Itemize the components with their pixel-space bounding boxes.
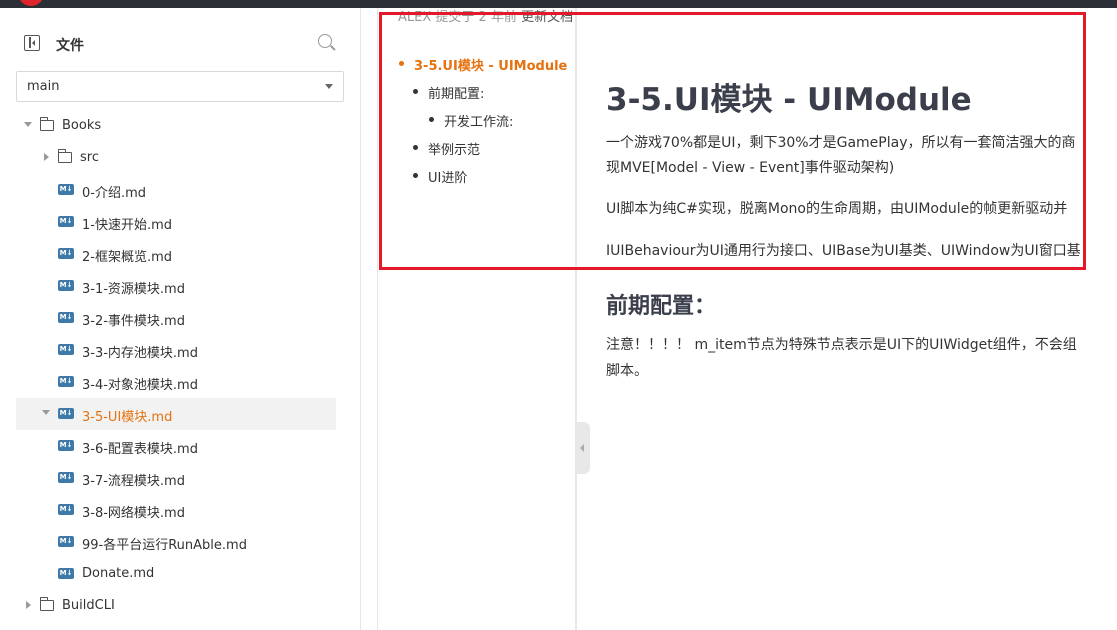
file-tree: Books src M↓ 0-介绍.md M↓ 1-快速开始.md M↓ 2-框架概览.md M… — [16, 110, 336, 622]
tree-file[interactable]: M↓ 3-7-流程模块.md — [16, 462, 336, 494]
paragraph-note-line2: 脚本。 — [606, 363, 648, 379]
tree-item-label: 3-6-配置表模块.md — [82, 442, 198, 457]
tree-folder[interactable]: src — [16, 142, 336, 174]
toc-collapse-handle[interactable] — [576, 422, 590, 474]
tree-file[interactable]: M↓ Donate.md — [16, 558, 336, 590]
tree-item-label: 3-2-事件模块.md — [82, 314, 185, 329]
folder-icon — [39, 117, 54, 131]
chevron-right-icon[interactable] — [44, 153, 49, 161]
tree-item-label: 3-3-内存池模块.md — [82, 346, 198, 361]
tree-item-label: 2-框架概览.md — [82, 250, 173, 265]
tree-item-label: 3-8-网络模块.md — [82, 506, 185, 521]
tree-folder[interactable]: BuildCLI — [16, 590, 336, 622]
tree-item-label: 99-各平台运行RunAble.md — [82, 538, 247, 553]
folder-icon — [39, 597, 54, 611]
tree-item-label: BuildCLI — [62, 598, 115, 613]
tree-item-label: 0-介绍.md — [82, 186, 147, 201]
tree-item-label: Books — [62, 118, 102, 133]
markdown-file-icon: M↓ — [58, 536, 74, 547]
tree-item-label: 3-7-流程模块.md — [82, 474, 185, 489]
markdown-file-icon: M↓ — [58, 312, 74, 323]
tree-file[interactable]: M↓ 3-2-事件模块.md — [16, 302, 336, 334]
red-highlight-box — [379, 12, 1086, 270]
chevron-down-icon — [325, 84, 333, 89]
tree-file[interactable]: M↓ 99-各平台运行RunAble.md — [16, 526, 336, 558]
tree-file[interactable]: M↓ 3-3-内存池模块.md — [16, 334, 336, 366]
sidebar-title: 文件 — [56, 38, 84, 54]
tree-file[interactable]: M↓ 3-1-资源模块.md — [16, 270, 336, 302]
markdown-file-icon: M↓ — [58, 248, 74, 259]
tree-file[interactable]: M↓ 2-框架概览.md — [16, 238, 336, 270]
paragraph-note-line1: 注意！！！！ m_item节点为特殊节点表示是UI下的UIWidget组件，不会… — [606, 337, 1077, 353]
tree-file[interactable]: M↓ 3-5-UI模块.md — [16, 398, 336, 430]
tree-folder[interactable]: Books — [16, 110, 336, 142]
markdown-file-icon: M↓ — [58, 344, 74, 355]
tree-item-label: 3-1-资源模块.md — [82, 282, 185, 297]
tree-file[interactable]: M↓ 3-8-网络模块.md — [16, 494, 336, 526]
chevron-down-icon[interactable] — [24, 122, 32, 127]
tree-item-label: 3-4-对象池模块.md — [82, 378, 198, 393]
markdown-file-icon: M↓ — [58, 408, 74, 419]
chevron-right-icon[interactable] — [26, 601, 31, 609]
markdown-file-icon: M↓ — [58, 472, 74, 483]
markdown-file-icon: M↓ — [58, 568, 74, 579]
markdown-file-icon: M↓ — [58, 504, 74, 515]
markdown-file-icon: M↓ — [58, 440, 74, 451]
tree-file[interactable]: M↓ 3-4-对象池模块.md — [16, 366, 336, 398]
tree-file[interactable]: M↓ 0-介绍.md — [16, 174, 336, 206]
app-logo-icon — [18, 0, 44, 6]
sidebar-header: 文件 — [0, 30, 361, 58]
tree-item-label: Donate.md — [82, 566, 155, 581]
tree-file[interactable]: M↓ 1-快速开始.md — [16, 206, 336, 238]
markdown-file-icon: M↓ — [58, 216, 74, 227]
chevron-down-icon[interactable] — [42, 410, 50, 415]
markdown-file-icon: M↓ — [58, 280, 74, 291]
markdown-file-icon: M↓ — [58, 184, 74, 195]
tree-item-label: 3-5-UI模块.md — [82, 410, 173, 425]
file-sidebar: 文件 main Books src M↓ 0-介绍.md M↓ 1-快速开始.md M↓ 2-… — [0, 8, 361, 630]
tree-file[interactable]: M↓ 3-6-配置表模块.md — [16, 430, 336, 462]
search-icon[interactable] — [318, 34, 332, 48]
branch-select[interactable]: main — [16, 71, 344, 102]
tree-item-label: src — [80, 150, 99, 165]
tree-item-label: 1-快速开始.md — [82, 218, 173, 233]
markdown-file-icon: M↓ — [58, 376, 74, 387]
sidebar-toggle-icon[interactable] — [24, 35, 40, 51]
branch-value: main — [27, 79, 60, 94]
section-heading-pre-config: 前期配置： — [606, 294, 717, 319]
folder-icon — [57, 149, 72, 163]
